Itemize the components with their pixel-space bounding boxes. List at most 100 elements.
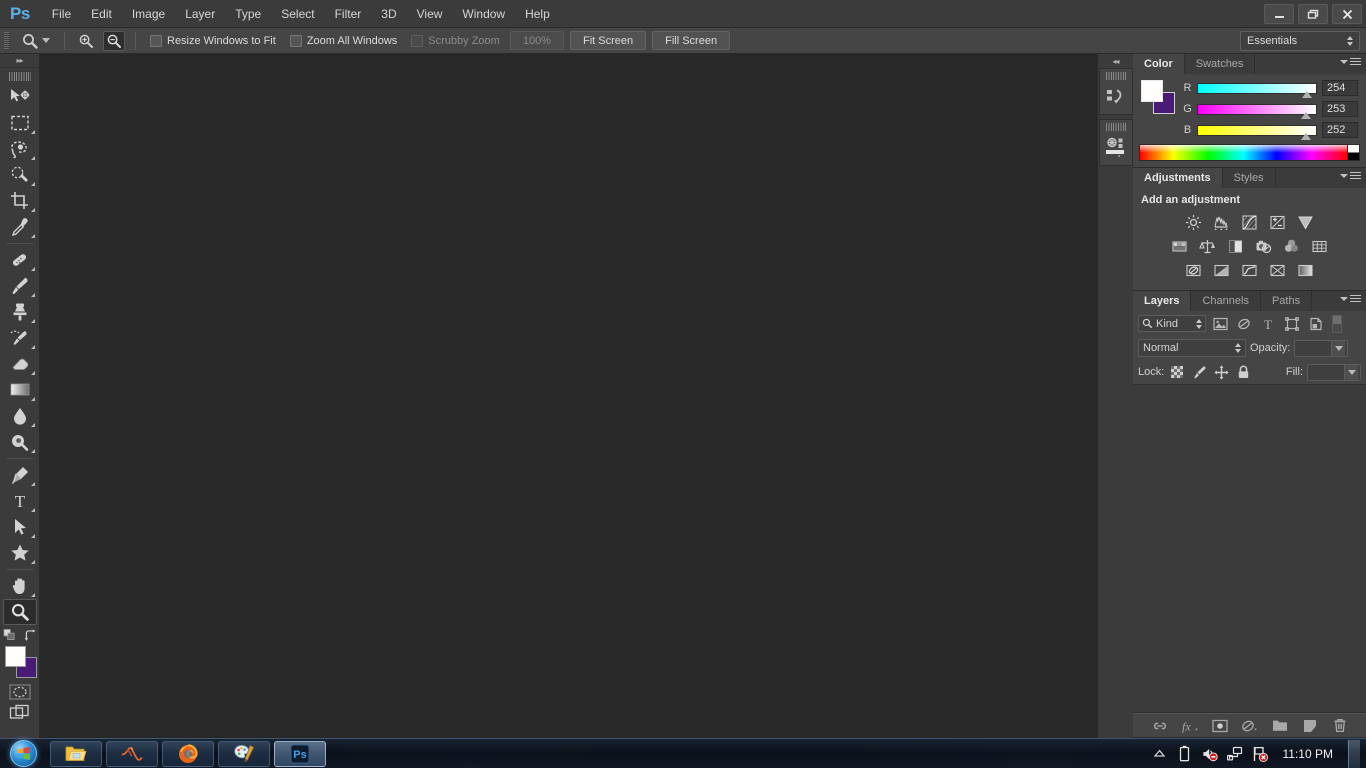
posterize-icon[interactable]	[1210, 259, 1234, 281]
black-white-icon[interactable]	[1224, 235, 1248, 257]
zoom-out-button[interactable]	[103, 30, 125, 51]
hue-saturation-icon[interactable]	[1168, 235, 1192, 257]
filter-adjustment-icon[interactable]	[1234, 314, 1254, 333]
tab-styles[interactable]: Styles	[1223, 168, 1276, 188]
spectrum-white-black-swatch[interactable]	[1348, 144, 1360, 161]
toolbar-grip[interactable]	[8, 72, 31, 81]
levels-icon[interactable]	[1210, 211, 1234, 233]
layer-filter-enable-toggle[interactable]	[1332, 314, 1342, 333]
lasso-tool[interactable]	[3, 136, 37, 162]
rectangular-marquee-tool[interactable]	[3, 110, 37, 136]
green-slider-track[interactable]	[1197, 103, 1317, 119]
custom-shape-tool[interactable]	[3, 540, 37, 566]
vibrance-icon[interactable]	[1294, 211, 1318, 233]
lock-position-icon[interactable]	[1212, 363, 1230, 381]
exposure-icon[interactable]	[1266, 211, 1290, 233]
color-balance-icon[interactable]	[1196, 235, 1220, 257]
tab-layers[interactable]: Layers	[1133, 291, 1192, 311]
eyedropper-tool[interactable]	[3, 214, 37, 240]
curves-icon[interactable]	[1238, 211, 1262, 233]
clone-stamp-tool[interactable]	[3, 299, 37, 325]
opacity-chevron-icon[interactable]	[1331, 340, 1346, 356]
delete-layer-icon[interactable]	[1331, 717, 1349, 735]
restore-button[interactable]	[1298, 4, 1328, 24]
lock-transparent-pixels-icon[interactable]	[1168, 363, 1186, 381]
menu-window[interactable]: Window	[452, 2, 515, 26]
resize-windows-to-fit-option[interactable]: Resize Windows to Fit	[146, 34, 280, 47]
tab-swatches[interactable]: Swatches	[1185, 54, 1256, 74]
foreground-color-swatch[interactable]	[4, 646, 26, 667]
default-colors-icon[interactable]	[3, 628, 16, 642]
options-bar-grip[interactable]	[4, 31, 9, 50]
menu-image[interactable]: Image	[122, 2, 175, 26]
menu-view[interactable]: View	[407, 2, 453, 26]
tab-channels[interactable]: Channels	[1191, 291, 1261, 311]
properties-panel-grip[interactable]	[1105, 123, 1126, 131]
red-slider-track[interactable]	[1197, 82, 1317, 98]
brightness-contrast-icon[interactable]	[1182, 211, 1206, 233]
photo-filter-icon[interactable]	[1252, 235, 1276, 257]
fill-chevron-icon[interactable]	[1344, 364, 1358, 380]
menu-type[interactable]: Type	[225, 2, 271, 26]
quick-mask-button[interactable]	[7, 682, 33, 702]
spot-healing-brush-tool[interactable]	[3, 247, 37, 273]
blue-slider-track[interactable]	[1197, 124, 1317, 140]
fit-screen-button[interactable]: Fit Screen	[569, 31, 647, 50]
selective-color-icon[interactable]	[1266, 259, 1290, 281]
menu-edit[interactable]: Edit	[81, 2, 122, 26]
start-button[interactable]	[0, 739, 46, 768]
layers-list[interactable]	[1133, 384, 1366, 713]
fill-screen-button[interactable]: Fill Screen	[652, 31, 731, 50]
opacity-field[interactable]	[1294, 339, 1349, 357]
filter-pixel-icon[interactable]	[1210, 314, 1230, 333]
network-icon[interactable]	[1226, 745, 1243, 763]
new-layer-icon[interactable]	[1301, 717, 1319, 735]
action-center-error-icon[interactable]	[1252, 745, 1268, 763]
minimize-button[interactable]	[1264, 4, 1294, 24]
properties-panel-icon[interactable]	[1102, 135, 1130, 161]
canvas-workspace[interactable]	[40, 54, 1097, 738]
gradient-tool[interactable]	[3, 377, 37, 403]
color-spectrum-ramp[interactable]	[1139, 144, 1348, 161]
close-button[interactable]	[1332, 4, 1362, 24]
channel-mixer-icon[interactable]	[1280, 235, 1304, 257]
taskbar-photoshop[interactable]: Ps	[274, 740, 326, 767]
invert-icon[interactable]	[1182, 259, 1206, 281]
screen-mode-button[interactable]	[7, 702, 33, 724]
tab-color[interactable]: Color	[1133, 54, 1185, 74]
red-value-field[interactable]: 254	[1322, 80, 1358, 96]
adjustments-panel-menu-button[interactable]	[1340, 172, 1361, 179]
color-lookup-icon[interactable]	[1308, 235, 1332, 257]
pen-tool[interactable]	[3, 462, 37, 488]
color-panel-foreground-swatch[interactable]	[1141, 80, 1163, 102]
green-value-field[interactable]: 253	[1322, 101, 1358, 117]
menu-filter[interactable]: Filter	[325, 2, 372, 26]
taskbar-matlab[interactable]	[106, 740, 158, 767]
zoom-in-button[interactable]	[75, 31, 97, 51]
blend-mode-select[interactable]: Normal	[1138, 339, 1246, 357]
history-panel-grip[interactable]	[1105, 72, 1126, 80]
new-group-icon[interactable]	[1271, 717, 1289, 735]
horizontal-type-tool[interactable]: T	[3, 488, 37, 514]
eraser-tool[interactable]	[3, 351, 37, 377]
filter-smart-object-icon[interactable]	[1306, 314, 1326, 333]
lock-image-pixels-icon[interactable]	[1190, 363, 1208, 381]
add-layer-mask-icon[interactable]	[1211, 717, 1229, 735]
lock-all-icon[interactable]	[1234, 363, 1252, 381]
resize-windows-to-fit-checkbox[interactable]	[150, 34, 162, 47]
dock-collapse-button[interactable]: ◂◂	[1098, 54, 1133, 68]
history-brush-tool[interactable]	[3, 325, 37, 351]
filter-shape-icon[interactable]	[1282, 314, 1302, 333]
zoom-all-windows-option[interactable]: Zoom All Windows	[286, 34, 401, 47]
fill-field[interactable]	[1307, 363, 1361, 381]
zoom-tool[interactable]	[2, 599, 37, 625]
tool-preset-picker[interactable]	[17, 32, 54, 50]
filter-type-icon[interactable]: T	[1258, 314, 1278, 333]
blue-slider-thumb[interactable]	[1300, 132, 1311, 140]
layers-panel-menu-button[interactable]	[1340, 295, 1361, 302]
taskbar-clock[interactable]: 11:10 PM	[1277, 747, 1339, 761]
battery-icon[interactable]	[1177, 745, 1193, 763]
layer-style-fx-icon[interactable]: fx	[1181, 717, 1199, 735]
brush-tool[interactable]	[3, 273, 37, 299]
crop-tool[interactable]	[3, 188, 37, 214]
